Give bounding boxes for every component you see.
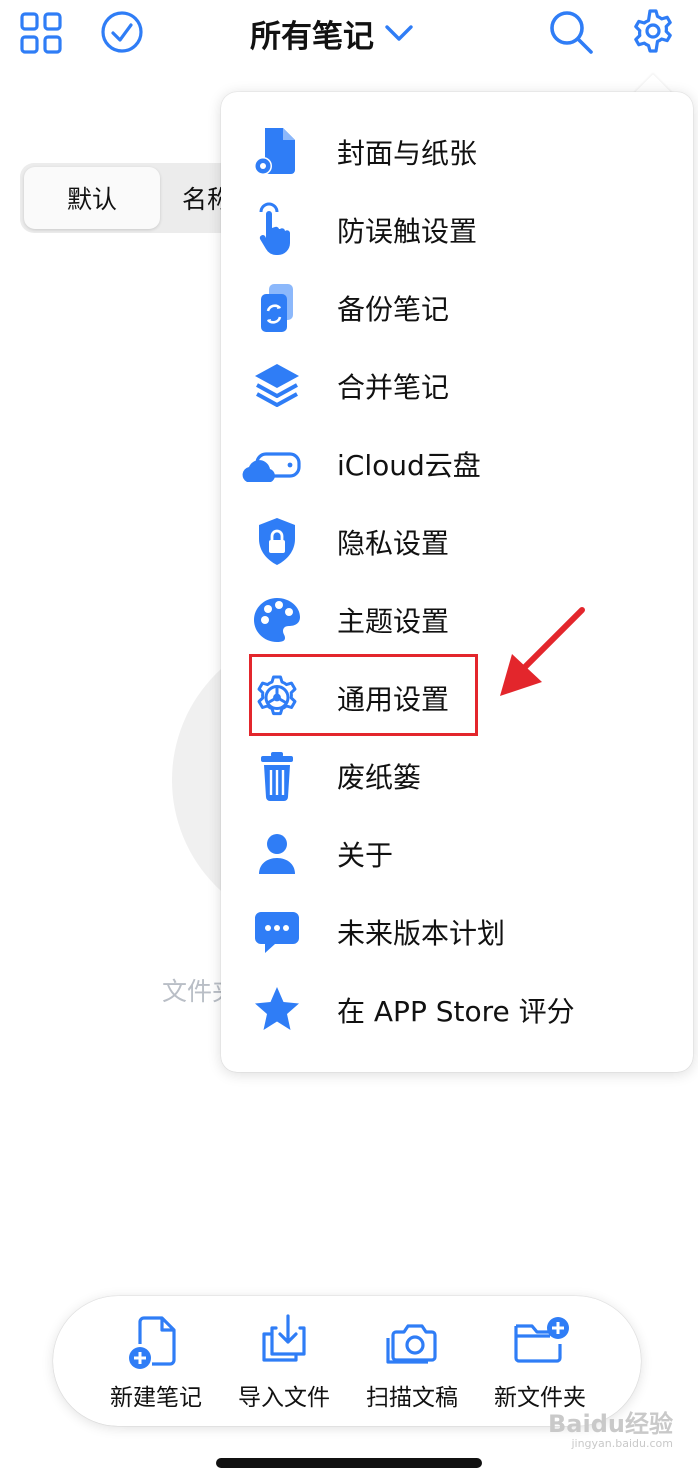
chat-bubble-icon: [245, 904, 309, 960]
menu-item-mistouch[interactable]: 防误触设置: [221, 195, 693, 265]
check-circle-icon: [100, 10, 144, 54]
new-note-button[interactable]: 新建笔记: [92, 1312, 220, 1416]
touch-hand-icon: [245, 202, 309, 258]
menu-item-label: 废纸篓: [337, 761, 422, 794]
camera-scan-icon: [382, 1312, 442, 1372]
segment-default[interactable]: 默认: [24, 167, 160, 229]
annotation-arrow: [496, 604, 588, 700]
settings-menu: 封面与纸张 防误触设置 备份笔记 合并笔记 iCloud云盘 隐私设置 主题设置…: [221, 92, 693, 1072]
menu-item-about[interactable]: 关于: [221, 819, 693, 889]
watermark: Baidu经验 jingyan.baidu.com: [548, 1404, 673, 1450]
toolbar-label: 新建笔记: [110, 1385, 202, 1411]
menu-item-theme[interactable]: 主题设置: [221, 585, 693, 655]
page-title: 所有笔记: [250, 18, 374, 55]
select-button[interactable]: [100, 10, 144, 54]
search-icon: [548, 9, 594, 55]
menu-item-icloud[interactable]: iCloud云盘: [221, 429, 693, 499]
segment-default-label: 默认: [66, 185, 117, 214]
menu-item-label: 备份笔记: [337, 293, 450, 326]
menu-item-label: 未来版本计划: [337, 917, 506, 950]
home-indicator: [216, 1458, 482, 1468]
menu-item-label: 隐私设置: [337, 527, 450, 560]
grid-button[interactable]: [20, 12, 62, 54]
import-file-button[interactable]: 导入文件: [220, 1312, 348, 1416]
menu-item-privacy[interactable]: 隐私设置: [221, 507, 693, 577]
person-icon: [245, 826, 309, 882]
folder-title-dropdown[interactable]: 所有笔记: [250, 8, 414, 58]
menu-item-trash[interactable]: 废纸篓: [221, 741, 693, 811]
palette-icon: [245, 592, 309, 648]
menu-item-label: 主题设置: [337, 605, 450, 638]
paper-settings-icon: [245, 124, 309, 180]
star-icon: [245, 982, 309, 1038]
menu-item-roadmap[interactable]: 未来版本计划: [221, 897, 693, 967]
watermark-suffix: du经验: [590, 1410, 673, 1438]
chevron-down-icon: [384, 23, 414, 43]
backup-phone-icon: [245, 280, 309, 336]
toolbar-label: 扫描文稿: [366, 1385, 458, 1411]
menu-item-label: iCloud云盘: [337, 449, 481, 482]
new-note-icon: [126, 1312, 186, 1372]
toolbar-label: 导入文件: [238, 1385, 330, 1411]
settings-button[interactable]: [630, 8, 676, 54]
menu-item-rate[interactable]: 在 APP Store 评分: [221, 975, 693, 1045]
sort-segmented-control: 默认 名称: [20, 163, 250, 233]
menu-item-label: 合并笔记: [337, 371, 450, 404]
menu-item-label: 封面与纸张: [337, 137, 478, 170]
menu-item-label: 关于: [337, 839, 394, 872]
highlight-box: [249, 654, 478, 736]
import-file-icon: [254, 1312, 314, 1372]
search-button[interactable]: [548, 9, 594, 55]
shield-lock-icon: [245, 514, 309, 570]
menu-item-cover-paper[interactable]: 封面与纸张: [221, 117, 693, 187]
menu-item-backup[interactable]: 备份笔记: [221, 273, 693, 343]
new-folder-button[interactable]: 新文件夹: [476, 1312, 604, 1416]
gear-icon: [630, 8, 676, 54]
grid-icon: [20, 12, 62, 54]
watermark-sub: jingyan.baidu.com: [571, 1437, 673, 1450]
menu-item-label: 在 APP Store 评分: [337, 995, 575, 1028]
trash-icon: [245, 748, 309, 804]
layers-icon: [245, 358, 309, 414]
menu-item-label: 防误触设置: [337, 215, 478, 248]
new-folder-icon: [510, 1312, 570, 1372]
menu-item-merge[interactable]: 合并笔记: [221, 351, 693, 421]
watermark-text: Bai: [548, 1410, 591, 1438]
scan-document-button[interactable]: 扫描文稿: [348, 1312, 476, 1416]
icloud-drive-icon: [239, 436, 303, 492]
